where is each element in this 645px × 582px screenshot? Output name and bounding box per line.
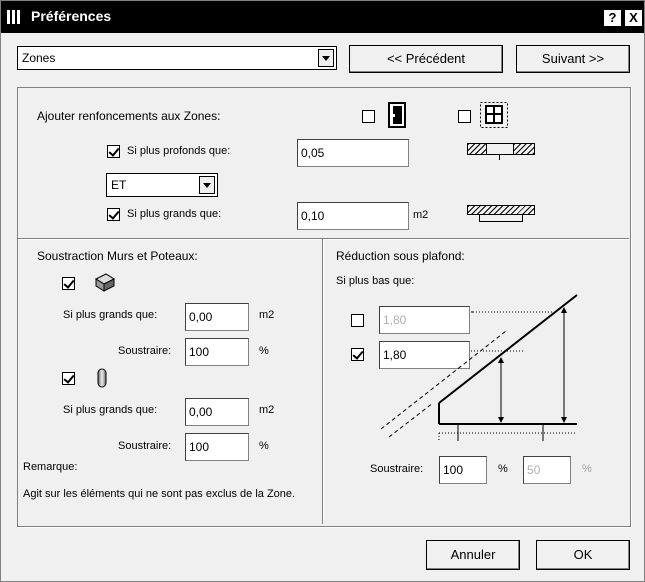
walls-larger-input[interactable]: 0,00 xyxy=(185,303,249,331)
subtraction-heading: Soustraction Murs et Poteaux: xyxy=(37,249,198,263)
divider-vertical xyxy=(322,239,323,524)
deeper-checkbox[interactable] xyxy=(107,145,120,158)
next-button[interactable]: Suivant >> xyxy=(516,45,630,73)
larger-checkbox[interactable] xyxy=(107,208,120,221)
operator-select[interactable]: ET xyxy=(106,173,218,197)
category-select[interactable]: Zones xyxy=(17,46,337,70)
app-icon xyxy=(7,10,25,24)
title-bar[interactable]: Préférences ? X xyxy=(1,1,644,33)
cancel-button[interactable]: Annuler xyxy=(426,540,520,570)
divider-horizontal xyxy=(18,238,629,239)
deeper-label: Si plus profonds que: xyxy=(127,145,231,157)
larger-unit: m2 xyxy=(413,209,429,221)
ceiling-subtract2-input[interactable]: 50 xyxy=(523,456,571,484)
walls-subtract-unit: % xyxy=(259,345,269,357)
walls-larger-unit: m2 xyxy=(259,309,275,321)
ceiling-subtract1-unit: % xyxy=(498,463,508,475)
larger-label: Si plus grands que: xyxy=(127,208,222,220)
columns-subtract-input[interactable]: 100 xyxy=(185,433,249,461)
ceiling-lower-label: Si plus bas que: xyxy=(336,275,415,287)
walls-subtract-input[interactable]: 100 xyxy=(185,338,249,366)
larger-input[interactable]: 0,10 xyxy=(297,202,409,230)
deeper-input[interactable]: 0,05 xyxy=(297,139,409,167)
width-diagram-icon xyxy=(467,205,535,223)
help-button[interactable]: ? xyxy=(604,10,621,26)
operator-select-value: ET xyxy=(111,178,127,192)
columns-checkbox[interactable] xyxy=(62,372,75,385)
ceiling-subtract-label: Soustraire: xyxy=(370,463,424,475)
chevron-down-icon[interactable] xyxy=(199,176,215,194)
columns-larger-unit: m2 xyxy=(259,404,275,416)
ok-button[interactable]: OK xyxy=(536,540,630,570)
columns-larger-label: Si plus grands que: xyxy=(63,404,158,416)
preferences-dialog: Préférences ? X Zones << Précédent Suiva… xyxy=(0,0,645,582)
columns-subtract-unit: % xyxy=(259,440,269,452)
columns-larger-input[interactable]: 0,00 xyxy=(185,398,249,426)
category-select-value: Zones xyxy=(22,51,56,65)
walls-subtract-label: Soustraire: xyxy=(118,345,172,357)
walls-larger-label: Si plus grands que: xyxy=(63,309,158,321)
ceiling-subtract2-unit: % xyxy=(582,463,592,475)
note-text: Agit sur les éléments qui ne sont pas ex… xyxy=(23,488,296,500)
column-icon xyxy=(97,368,107,388)
ceiling-diagram-icon xyxy=(380,294,578,441)
wall-icon xyxy=(94,273,116,292)
previous-button[interactable]: << Précédent xyxy=(349,45,503,73)
close-button[interactable]: X xyxy=(625,10,642,26)
depth-diagram-icon xyxy=(467,143,535,161)
door-icon xyxy=(388,102,406,128)
note-title: Remarque: xyxy=(23,461,78,473)
chevron-down-icon[interactable] xyxy=(318,49,334,67)
window-title: Préférences xyxy=(31,8,112,24)
walls-checkbox[interactable] xyxy=(62,277,75,290)
window-icon xyxy=(480,102,508,128)
ceiling-subtract1-input[interactable]: 100 xyxy=(439,456,487,484)
door-niche-checkbox[interactable] xyxy=(362,110,375,123)
niches-heading: Ajouter renfoncements aux Zones: xyxy=(37,109,221,123)
window-niche-checkbox[interactable] xyxy=(458,110,471,123)
ceiling-heading: Réduction sous plafond: xyxy=(336,249,465,263)
columns-subtract-label: Soustraire: xyxy=(118,440,172,452)
